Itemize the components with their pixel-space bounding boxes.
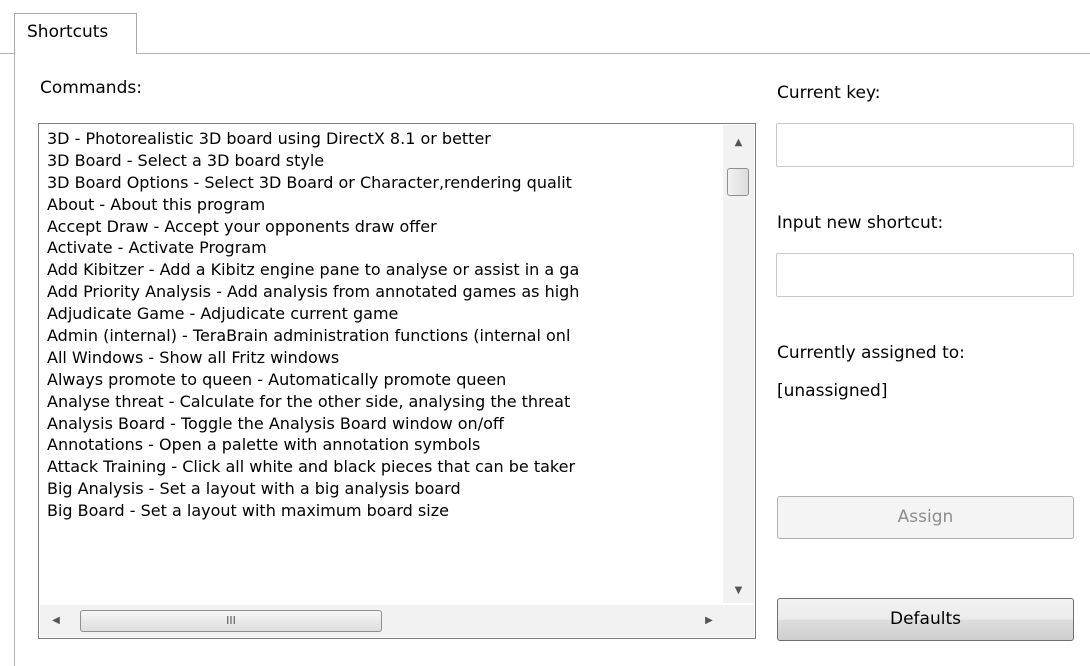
list-item[interactable]: 3D Board - Select a 3D board style (47, 150, 723, 172)
defaults-button[interactable]: Defaults (777, 598, 1074, 641)
current-key-label: Current key: (777, 83, 881, 103)
new-shortcut-label: Input new shortcut: (777, 213, 944, 233)
vertical-scroll-thumb[interactable] (727, 168, 749, 196)
currently-assigned-label: Currently assigned to: (777, 343, 965, 363)
scroll-up-arrow-icon[interactable]: ▲ (723, 131, 754, 155)
scroll-left-arrow-icon[interactable]: ◀ (42, 605, 70, 637)
list-item[interactable]: Accept Draw - Accept your opponents draw… (47, 216, 723, 238)
scrollbar-corner (723, 605, 754, 637)
list-item[interactable]: Analysis Board - Toggle the Analysis Boa… (47, 413, 723, 435)
list-item[interactable]: Big Analysis - Set a layout with a big a… (47, 478, 723, 500)
list-item[interactable]: Attack Training - Click all white and bl… (47, 456, 723, 478)
list-item[interactable]: Annotations - Open a palette with annota… (47, 434, 723, 456)
commands-label: Commands: (40, 78, 142, 98)
list-item[interactable]: Big Board - Set a layout with maximum bo… (47, 500, 723, 522)
commands-list[interactable]: 3D - Photorealistic 3D board using Direc… (38, 123, 756, 639)
list-item[interactable]: Activate - Activate Program (47, 237, 723, 259)
new-shortcut-input[interactable] (776, 253, 1074, 297)
list-item[interactable]: Adjudicate Game - Adjudicate current gam… (47, 303, 723, 325)
horizontal-scroll-thumb[interactable]: III (80, 610, 382, 632)
horizontal-scrollbar[interactable]: ◀ III ▶ (40, 605, 723, 637)
list-item[interactable]: 3D Board Options - Select 3D Board or Ch… (47, 172, 723, 194)
current-key-field[interactable] (776, 123, 1074, 167)
list-item[interactable]: Add Priority Analysis - Add analysis fro… (47, 281, 723, 303)
currently-assigned-value: [unassigned] (777, 381, 888, 401)
scroll-down-arrow-icon[interactable]: ▼ (723, 579, 754, 603)
list-item[interactable]: Admin (internal) - TeraBrain administrat… (47, 325, 723, 347)
vertical-scrollbar[interactable]: ▲ ▼ (723, 125, 754, 603)
list-item[interactable]: About - About this program (47, 194, 723, 216)
tab-shortcuts[interactable]: Shortcuts (14, 13, 137, 54)
scroll-right-arrow-icon[interactable]: ▶ (695, 605, 723, 637)
list-item[interactable]: Analyse threat - Calculate for the other… (47, 391, 723, 413)
commands-list-items: 3D - Photorealistic 3D board using Direc… (47, 128, 723, 522)
list-item[interactable]: 3D - Photorealistic 3D board using Direc… (47, 128, 723, 150)
panel-border (14, 53, 15, 666)
tab-strip-line (0, 53, 1090, 54)
list-item[interactable]: Add Kibitzer - Add a Kibitz engine pane … (47, 259, 723, 281)
list-item[interactable]: Always promote to queen - Automatically … (47, 369, 723, 391)
assign-button[interactable]: Assign (777, 496, 1074, 539)
list-item[interactable]: All Windows - Show all Fritz windows (47, 347, 723, 369)
